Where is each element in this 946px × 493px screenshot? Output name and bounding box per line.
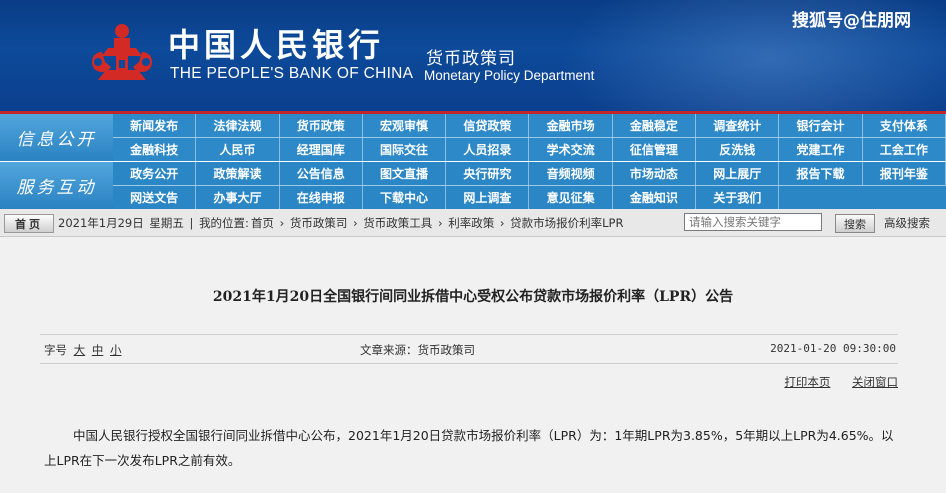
nav-item[interactable]: 金融知识: [613, 186, 697, 209]
font-medium-link[interactable]: 中: [92, 343, 104, 357]
nav-item[interactable]: 办事大厅: [196, 186, 280, 209]
font-small-link[interactable]: 小: [110, 343, 122, 357]
font-size-label: 字号: [44, 343, 67, 357]
nav-item[interactable]: 在线申报: [280, 186, 363, 209]
search-button[interactable]: 搜索: [835, 214, 875, 233]
watermark: 搜狐号@住朋网: [792, 11, 911, 31]
nav-item[interactable]: 银行会计: [779, 114, 863, 137]
site-header: 中国人民银行 THE PEOPLE'S BANK OF CHINA 货币政策司 …: [0, 0, 946, 111]
breadcrumb-link[interactable]: 货币政策司: [290, 216, 348, 230]
nav-item[interactable]: 人员招录: [446, 138, 530, 161]
current-weekday: 星期五: [149, 216, 184, 230]
nav-item[interactable]: 音频视频: [529, 162, 613, 185]
breadcrumb: 2021年1月29日 星期五 | 我的位置: 首页 › 货币政策司 › 货币政策工…: [58, 215, 625, 231]
nav-item[interactable]: 下载中心: [363, 186, 447, 209]
nav-row-4: 网送文告 办事大厅 在线申报 下载中心 网上调查 意见征集 金融知识 关于我们: [113, 186, 946, 209]
nav-item[interactable]: 经理国库: [280, 138, 363, 161]
article-actions: 打印本页 关闭窗口: [766, 374, 898, 390]
nav-item[interactable]: 宏观审慎: [363, 114, 447, 137]
nav-item[interactable]: 货币政策: [280, 114, 363, 137]
font-size-controls: 字号 大 中 小: [44, 342, 121, 358]
nav-item[interactable]: 公告信息: [280, 162, 363, 185]
bank-name-cn: 中国人民银行: [168, 26, 385, 64]
home-button[interactable]: 首页: [4, 214, 54, 233]
nav-item[interactable]: 网上调查: [446, 186, 530, 209]
bank-name-en: THE PEOPLE'S BANK OF CHINA: [170, 65, 414, 82]
article-source: 文章来源：货币政策司: [360, 343, 475, 357]
nav-item[interactable]: 党建工作: [779, 138, 863, 161]
location-label: 我的位置:: [199, 216, 249, 230]
search-input[interactable]: [684, 213, 822, 231]
print-link[interactable]: 打印本页: [784, 375, 830, 389]
article-body: 中国人民银行授权全国银行间同业拆借中心公布，2021年1月20日贷款市场报价利率…: [44, 428, 894, 468]
nav-item[interactable]: 学术交流: [529, 138, 613, 161]
dept-name-cn: 货币政策司: [426, 49, 516, 69]
breadcrumb-bar: 首页 2021年1月29日 星期五 | 我的位置: 首页 › 货币政策司 › 货币…: [0, 209, 946, 237]
main-nav: 信息公开 服务互动 新闻发布 法律法规 货币政策 宏观审慎 信贷政策 金融市场 …: [0, 114, 946, 209]
breadcrumb-arrow: ›: [279, 216, 285, 230]
nav-item[interactable]: 市场动态: [613, 162, 697, 185]
nav-item[interactable]: 征信管理: [613, 138, 697, 161]
nav-item[interactable]: 调查统计: [696, 114, 780, 137]
nav-item[interactable]: 人民币: [196, 138, 280, 161]
nav-item[interactable]: 政策解读: [196, 162, 280, 185]
breadcrumb-link[interactable]: 首页: [251, 216, 274, 230]
breadcrumb-link[interactable]: 利率政策: [448, 216, 494, 230]
nav-item[interactable]: 网上展厅: [696, 162, 780, 185]
nav-item[interactable]: 金融科技: [113, 138, 197, 161]
article-meta: 字号 大 中 小 文章来源：货币政策司 2021-01-20 09:30:00: [40, 334, 898, 364]
nav-item[interactable]: 金融稳定: [613, 114, 697, 137]
advanced-search-link[interactable]: 高级搜索: [884, 215, 930, 231]
nav-item[interactable]: 支付体系: [863, 114, 946, 137]
nav-item[interactable]: 国际交往: [363, 138, 447, 161]
nav-item[interactable]: 反洗钱: [696, 138, 780, 161]
breadcrumb-link[interactable]: 贷款市场报价利率LPR: [510, 216, 623, 230]
current-date: 2021年1月29日: [58, 216, 144, 230]
article-area: 2021年1月20日全国银行间同业拆借中心受权公布贷款市场报价利率（LPR）公告…: [0, 237, 946, 493]
font-large-link[interactable]: 大: [74, 343, 86, 357]
nav-item[interactable]: 关于我们: [696, 186, 780, 209]
article-title: 2021年1月20日全国银行间同业拆借中心受权公布贷款市场报价利率（LPR）公告: [212, 289, 734, 305]
breadcrumb-link[interactable]: 货币政策工具: [363, 216, 432, 230]
publish-time: 2021-01-20 09:30:00: [770, 342, 896, 355]
nav-item[interactable]: 金融市场: [529, 114, 613, 137]
nav-item[interactable]: 网送文告: [113, 186, 197, 209]
breadcrumb-arrow: ›: [499, 216, 505, 230]
nav-row-2: 金融科技 人民币 经理国库 国际交往 人员招录 学术交流 征信管理 反洗钱 党建…: [113, 138, 946, 161]
nav-item[interactable]: 央行研究: [446, 162, 530, 185]
breadcrumb-arrow: ›: [437, 216, 443, 230]
nav-item[interactable]: 工会工作: [863, 138, 946, 161]
breadcrumb-sep: |: [189, 216, 194, 230]
nav-item[interactable]: 报刊年鉴: [863, 162, 946, 185]
dept-name-en: Monetary Policy Department: [424, 68, 595, 83]
nav-item[interactable]: 意见征集: [529, 186, 613, 209]
pboc-logo-icon[interactable]: [86, 22, 158, 86]
nav-item[interactable]: 报告下载: [779, 162, 863, 185]
nav-section-service[interactable]: 服务互动: [0, 162, 113, 209]
nav-row-3: 政务公开 政策解读 公告信息 图文直播 央行研究 音频视频 市场动态 网上展厅 …: [113, 162, 946, 185]
nav-item[interactable]: 政务公开: [113, 162, 197, 185]
close-window-link[interactable]: 关闭窗口: [852, 375, 898, 389]
nav-section-info[interactable]: 信息公开: [0, 114, 113, 161]
nav-item[interactable]: 信贷政策: [446, 114, 530, 137]
nav-item[interactable]: 法律法规: [196, 114, 280, 137]
nav-row-1: 新闻发布 法律法规 货币政策 宏观审慎 信贷政策 金融市场 金融稳定 调查统计 …: [113, 114, 946, 137]
breadcrumb-arrow: ›: [353, 216, 358, 230]
nav-item[interactable]: 新闻发布: [113, 114, 197, 137]
nav-item[interactable]: 图文直播: [363, 162, 447, 185]
